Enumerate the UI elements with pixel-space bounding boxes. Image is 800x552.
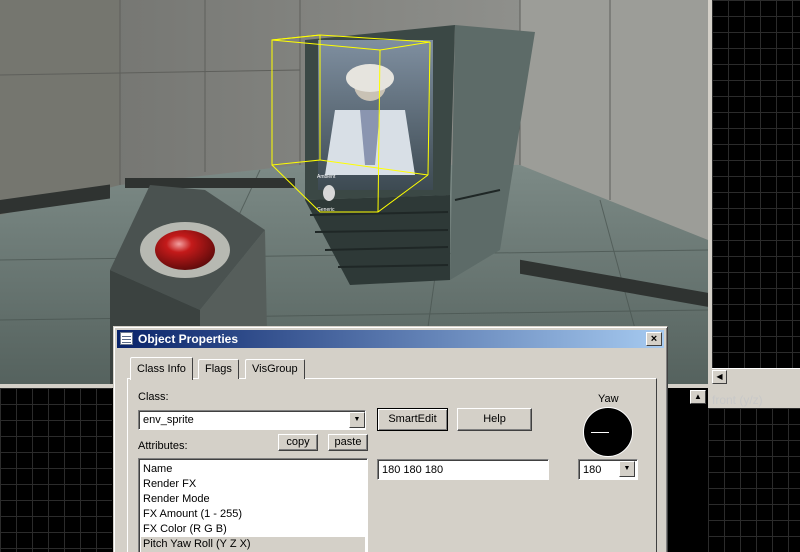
yaw-label: Yaw xyxy=(598,393,619,405)
top-view-grid[interactable] xyxy=(712,0,800,368)
tab-visgroup[interactable]: VisGroup xyxy=(245,359,305,379)
list-item[interactable]: FX Color (R G B) xyxy=(141,522,365,537)
list-item[interactable]: Render Mode xyxy=(141,492,365,507)
tab-flags[interactable]: Flags xyxy=(198,359,239,379)
yaw-value: 180 xyxy=(583,464,602,476)
scroll-up-arrow-icon[interactable]: ▲ xyxy=(690,390,706,404)
list-item[interactable]: Name xyxy=(141,462,365,477)
yaw-needle-icon xyxy=(591,432,609,433)
list-item-selected[interactable]: Pitch Yaw Roll (Y Z X) xyxy=(141,537,365,552)
dialog-title: Object Properties xyxy=(138,332,239,346)
class-label: Class: xyxy=(138,391,169,403)
tab-class-info[interactable]: Class Info xyxy=(130,357,193,380)
copy-button[interactable]: copy xyxy=(278,434,318,451)
class-value: env_sprite xyxy=(143,414,194,426)
attribute-value-input[interactable]: 180 180 180 xyxy=(377,459,549,480)
chevron-down-icon[interactable]: ▼ xyxy=(619,461,635,477)
side-view-grid[interactable] xyxy=(0,388,112,552)
dialog-titlebar[interactable]: Object Properties × xyxy=(117,330,664,348)
smartedit-button[interactable]: SmartEdit xyxy=(377,408,448,431)
object-properties-dialog: Object Properties × Class Info Flags Vis… xyxy=(113,326,668,552)
front-view-grid[interactable] xyxy=(708,408,800,552)
attributes-list[interactable]: Name Render FX Render Mode FX Amount (1 … xyxy=(138,458,368,552)
list-item[interactable]: Render FX xyxy=(141,477,365,492)
paste-button[interactable]: paste xyxy=(328,434,368,451)
horizontal-scrollbar[interactable]: ◀ xyxy=(712,368,800,384)
yaw-dial[interactable] xyxy=(583,407,633,457)
help-button[interactable]: Help xyxy=(457,408,532,431)
sprite-label-top: Ambient xyxy=(317,174,336,180)
class-dropdown[interactable]: env_sprite xyxy=(138,410,366,430)
attributes-label: Attributes: xyxy=(138,440,188,452)
front-view-label: front (y/z) xyxy=(712,393,763,407)
chevron-down-icon[interactable]: ▼ xyxy=(349,412,365,428)
list-item[interactable]: FX Amount (1 - 255) xyxy=(141,507,365,522)
close-button[interactable]: × xyxy=(646,332,662,346)
scroll-left-arrow-icon[interactable]: ◀ xyxy=(712,370,727,384)
red-button xyxy=(155,230,215,270)
properties-icon xyxy=(120,332,133,345)
